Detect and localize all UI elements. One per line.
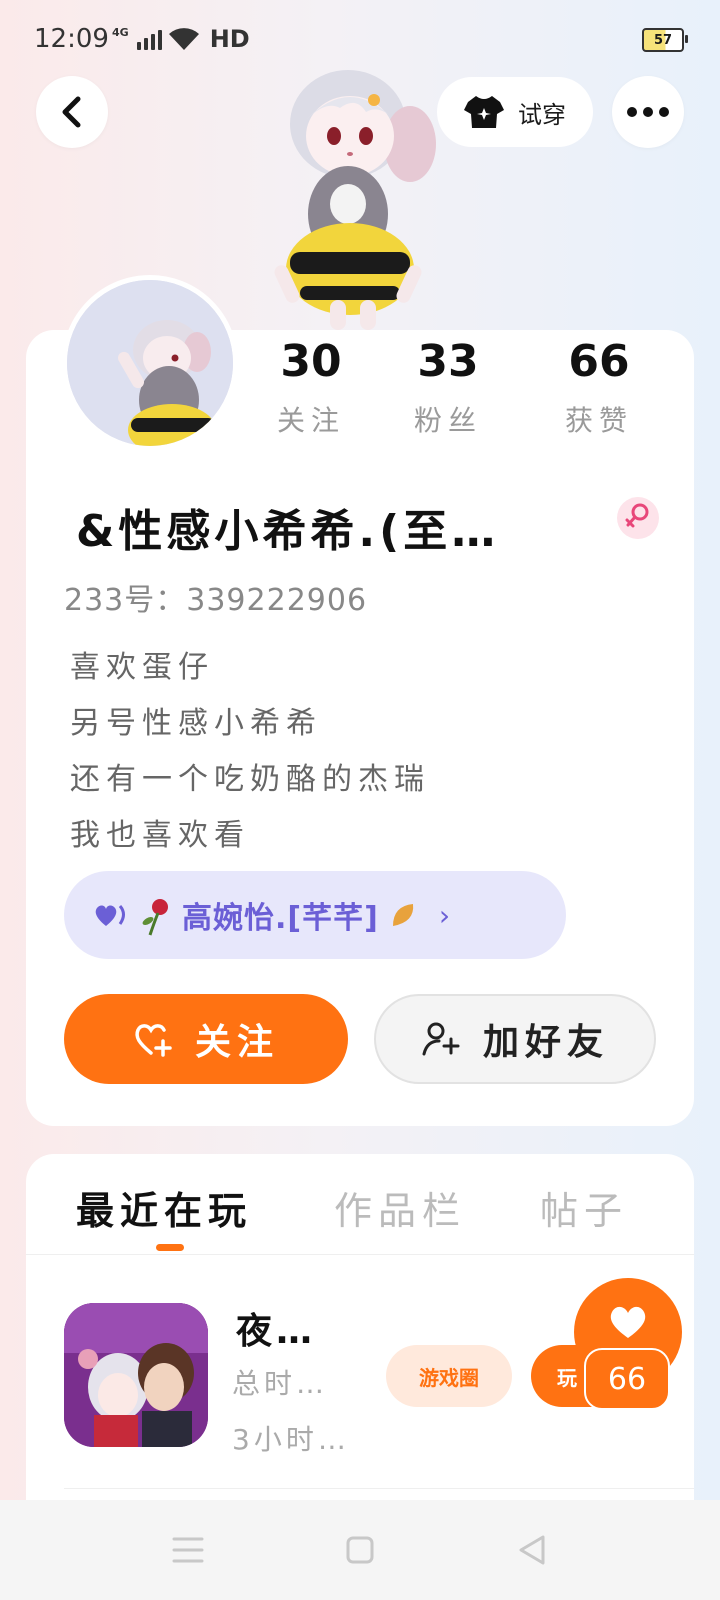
back-button[interactable] <box>36 76 108 148</box>
battery-icon: 57 <box>642 28 688 52</box>
stat-following-label: 关注 <box>276 404 345 437</box>
follow-button[interactable]: 关注 <box>64 994 348 1084</box>
hearts-icon <box>95 905 125 926</box>
divider <box>26 1254 694 1255</box>
signal-icon <box>136 28 162 50</box>
heart-icon <box>610 1306 646 1338</box>
menu-icon <box>172 1537 204 1563</box>
bio: 喜欢蛋仔 另号性感小希希 还有一个吃奶酪的杰瑞 我也喜欢看 <box>70 632 430 856</box>
like-count-badge: 66 <box>584 1348 670 1410</box>
stat-following[interactable]: 30 关注 <box>251 335 371 439</box>
relationship-pill[interactable]: 高婉怡.[芊芊] › <box>64 871 566 959</box>
add-friend-label: 加好友 <box>482 1022 609 1063</box>
home-button[interactable] <box>340 1530 380 1570</box>
try-on-button[interactable]: 试穿 <box>437 77 593 147</box>
chevron-left-icon <box>62 96 81 128</box>
status-icons: 4G HD <box>112 25 250 53</box>
chevron-right-icon: › <box>438 898 451 932</box>
bio-line: 还有一个吃奶酪的杰瑞 <box>70 762 430 797</box>
triangle-back-icon <box>519 1535 545 1565</box>
game-recent-time: 3小时… <box>232 1423 350 1456</box>
bio-line: 另号性感小希希 <box>70 706 322 741</box>
tab-posts[interactable]: 帖子 <box>540 1180 628 1235</box>
game-circle-button[interactable]: 游戏圈 <box>386 1345 512 1407</box>
stat-likes-label: 获赞 <box>564 404 633 437</box>
gender-badge <box>617 497 659 539</box>
network-type: 4G <box>112 26 129 39</box>
rose-icon <box>142 899 168 936</box>
active-tab-indicator <box>156 1244 184 1251</box>
tab-recently-played[interactable]: 最近在玩 <box>76 1180 252 1235</box>
hd-label: HD <box>209 25 250 53</box>
avatar-character-figure[interactable] <box>270 64 450 334</box>
leaf-icon <box>392 904 413 926</box>
bio-line: 喜欢蛋仔 <box>70 650 214 685</box>
add-user-icon <box>422 1022 460 1056</box>
stat-fans-label: 粉丝 <box>413 404 482 437</box>
try-on-label: 试穿 <box>518 100 566 129</box>
tshirt-icon <box>464 96 504 128</box>
square-icon <box>346 1536 374 1564</box>
avatar[interactable] <box>62 275 238 451</box>
player-id: 233号：339222906 <box>64 583 368 618</box>
follow-label: 关注 <box>194 1022 279 1063</box>
back-nav-button[interactable] <box>512 1530 552 1570</box>
relationship-text: 高婉怡.[芊芊] <box>182 901 379 936</box>
battery-level: 57 <box>653 32 673 48</box>
nickname: &性感小希希.(至… <box>76 506 500 557</box>
game-total-time: 总时… <box>232 1367 329 1400</box>
stat-fans-value: 33 <box>417 336 479 387</box>
stat-likes-value: 66 <box>568 336 630 387</box>
add-friend-button[interactable]: 加好友 <box>374 994 656 1084</box>
tab-works[interactable]: 作品栏 <box>334 1180 466 1235</box>
bio-line: 我也喜欢看 <box>70 818 250 853</box>
stat-fans[interactable]: 33 粉丝 <box>388 335 508 439</box>
stat-likes[interactable]: 66 获赞 <box>539 335 659 439</box>
stat-following-value: 30 <box>280 336 342 387</box>
wifi-icon <box>168 28 199 50</box>
game-icon[interactable] <box>64 1303 208 1447</box>
recent-apps-button[interactable] <box>168 1530 208 1570</box>
heart-plus-icon <box>135 1024 172 1057</box>
status-time: 12:09 <box>34 24 109 54</box>
female-icon <box>625 503 649 528</box>
divider <box>64 1488 694 1489</box>
more-button[interactable] <box>612 76 684 148</box>
more-dots-icon <box>627 107 669 117</box>
game-title: 夜… <box>236 1311 317 1352</box>
